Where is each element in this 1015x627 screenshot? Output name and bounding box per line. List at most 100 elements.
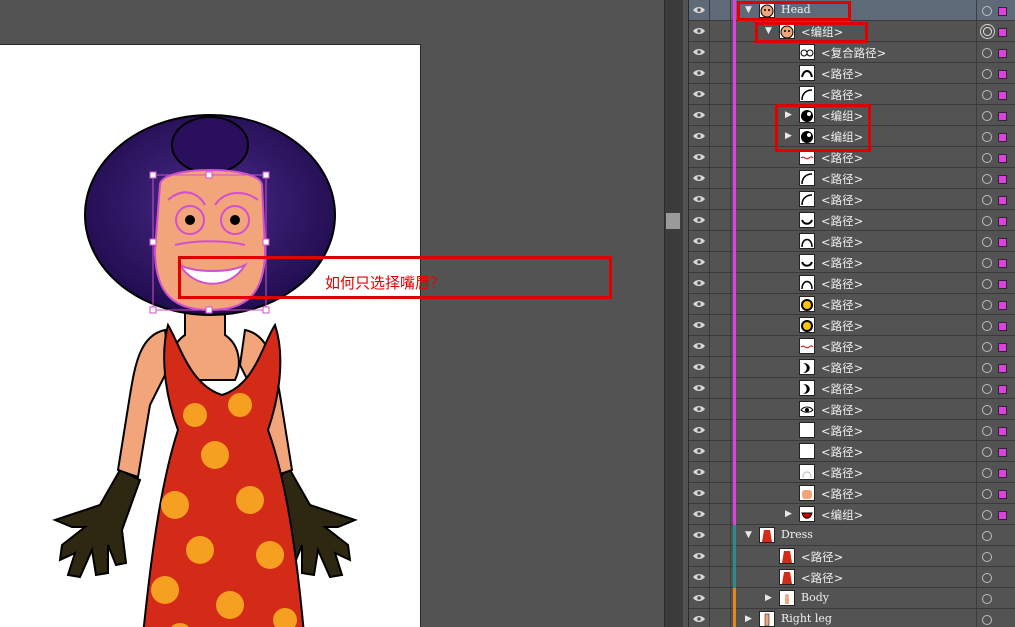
selection-square-icon[interactable] — [998, 259, 1007, 268]
layer-name[interactable]: <路径> — [821, 381, 863, 397]
lock-toggle[interactable] — [710, 567, 731, 587]
selection-square-icon[interactable] — [998, 91, 1007, 100]
lock-toggle[interactable] — [710, 210, 731, 230]
selection-square-icon[interactable] — [998, 196, 1007, 205]
collapse-arrow-icon[interactable]: ▼ — [765, 26, 775, 36]
canvas-area[interactable]: 如何只选择嘴唇？ — [0, 0, 664, 627]
visibility-eye-icon[interactable] — [689, 63, 710, 83]
layer-row[interactable]: ▶ Right leg — [689, 609, 1015, 627]
lock-toggle[interactable] — [710, 42, 731, 62]
visibility-eye-icon[interactable] — [689, 441, 710, 461]
collapse-arrow-icon[interactable]: ▼ — [745, 5, 755, 15]
layer-name[interactable]: <路径> — [821, 465, 863, 481]
layer-row[interactable]: <复合路径> — [689, 42, 1015, 63]
layer-row[interactable]: <路径> — [689, 315, 1015, 336]
selection-square-icon[interactable] — [998, 217, 1007, 226]
lock-toggle[interactable] — [710, 126, 731, 146]
selection-square-icon[interactable] — [998, 427, 1007, 436]
target-circle-icon[interactable] — [976, 483, 997, 504]
layer-name[interactable]: <路径> — [821, 66, 863, 82]
lock-toggle[interactable] — [710, 315, 731, 335]
layer-row[interactable]: ▼ Dress — [689, 525, 1015, 546]
visibility-eye-icon[interactable] — [689, 588, 710, 608]
expand-arrow-icon[interactable]: ▶ — [785, 131, 795, 141]
visibility-eye-icon[interactable] — [689, 378, 710, 398]
layer-name[interactable]: <编组> — [821, 507, 863, 523]
selection-square-icon[interactable] — [998, 364, 1007, 373]
lock-toggle[interactable] — [710, 147, 731, 167]
visibility-eye-icon[interactable] — [689, 483, 710, 503]
layer-row[interactable]: ▶ Body — [689, 588, 1015, 609]
layer-row[interactable]: ▼ Head — [689, 0, 1015, 21]
layer-row[interactable]: <路径> — [689, 378, 1015, 399]
layer-name[interactable]: <路径> — [821, 360, 863, 376]
layer-row[interactable]: <路径> — [689, 273, 1015, 294]
layer-name[interactable]: <复合路径> — [821, 45, 886, 61]
visibility-eye-icon[interactable] — [689, 462, 710, 482]
visibility-eye-icon[interactable] — [689, 357, 710, 377]
visibility-eye-icon[interactable] — [689, 189, 710, 209]
target-circle-icon[interactable] — [976, 399, 997, 420]
selection-square-icon[interactable] — [998, 133, 1007, 142]
target-circle-icon[interactable] — [976, 84, 997, 105]
lock-toggle[interactable] — [710, 0, 731, 20]
visibility-eye-icon[interactable] — [689, 504, 710, 524]
visibility-eye-icon[interactable] — [689, 294, 710, 314]
expand-arrow-icon[interactable]: ▶ — [745, 614, 755, 624]
layer-name[interactable]: <路径> — [821, 276, 863, 292]
layer-name[interactable]: <路径> — [821, 423, 863, 439]
visibility-eye-icon[interactable] — [689, 252, 710, 272]
layer-row[interactable]: <路径> — [689, 231, 1015, 252]
lock-toggle[interactable] — [710, 588, 731, 608]
lock-toggle[interactable] — [710, 525, 731, 545]
target-circle-icon[interactable] — [976, 378, 997, 399]
layer-name[interactable]: <路径> — [821, 255, 863, 271]
target-circle-icon[interactable] — [976, 21, 997, 42]
target-circle-icon[interactable] — [976, 0, 997, 21]
hat-crown[interactable] — [171, 116, 249, 174]
lock-toggle[interactable] — [710, 504, 731, 524]
layer-name[interactable]: <路径> — [821, 234, 863, 250]
expand-arrow-icon[interactable]: ▶ — [765, 593, 775, 603]
lock-toggle[interactable] — [710, 168, 731, 188]
selection-square-icon[interactable] — [998, 280, 1007, 289]
selection-square-icon[interactable] — [998, 70, 1007, 79]
visibility-eye-icon[interactable] — [689, 420, 710, 440]
lock-toggle[interactable] — [710, 441, 731, 461]
target-circle-icon[interactable] — [976, 546, 997, 567]
visibility-eye-icon[interactable] — [689, 399, 710, 419]
layer-row[interactable]: ▼ <编组> — [689, 21, 1015, 42]
lock-toggle[interactable] — [710, 63, 731, 83]
left-arm[interactable] — [116, 328, 172, 479]
artboard[interactable] — [0, 44, 421, 627]
visibility-eye-icon[interactable] — [689, 0, 710, 20]
layer-name[interactable]: <路径> — [821, 486, 863, 502]
layer-name[interactable]: Dress — [781, 528, 813, 541]
layer-name[interactable]: <编组> — [821, 129, 863, 145]
layer-name[interactable]: <路径> — [821, 339, 863, 355]
target-circle-icon[interactable] — [976, 357, 997, 378]
target-circle-icon[interactable] — [976, 609, 997, 627]
layer-row[interactable]: <路径> — [689, 420, 1015, 441]
target-circle-icon[interactable] — [976, 42, 997, 63]
layer-name[interactable]: <路径> — [821, 318, 863, 334]
target-circle-icon[interactable] — [976, 189, 997, 210]
layer-name[interactable]: <路径> — [801, 570, 843, 586]
layer-name[interactable]: <编组> — [801, 24, 843, 40]
face[interactable] — [153, 169, 267, 312]
layer-row[interactable]: <路径> — [689, 462, 1015, 483]
layer-row[interactable]: <路径> — [689, 210, 1015, 231]
target-circle-icon[interactable] — [976, 525, 997, 546]
selection-square-icon[interactable] — [998, 49, 1007, 58]
layer-name[interactable]: <路径> — [821, 87, 863, 103]
layer-name[interactable]: <路径> — [801, 549, 843, 565]
layer-row[interactable]: <路径> — [689, 441, 1015, 462]
visibility-eye-icon[interactable] — [689, 315, 710, 335]
lock-toggle[interactable] — [710, 252, 731, 272]
layer-row[interactable]: <路径> — [689, 483, 1015, 504]
selection-square-icon[interactable] — [998, 238, 1007, 247]
visibility-eye-icon[interactable] — [689, 546, 710, 566]
lock-toggle[interactable] — [710, 462, 731, 482]
character-illustration[interactable] — [0, 45, 420, 627]
target-circle-icon[interactable] — [976, 168, 997, 189]
